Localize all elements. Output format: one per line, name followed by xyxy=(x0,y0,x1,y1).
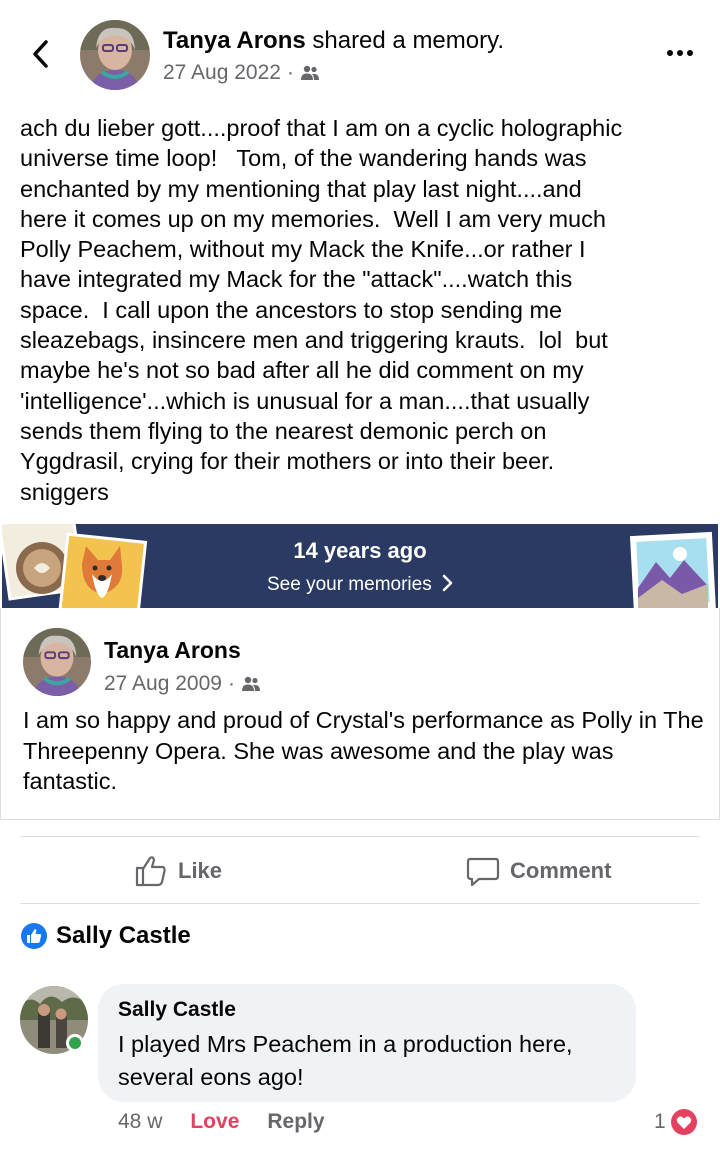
more-options-icon xyxy=(667,50,673,56)
see-memories-label: See your memories xyxy=(266,574,432,595)
reaction-summary[interactable]: Sally Castle xyxy=(20,922,191,950)
online-status-badge xyxy=(66,1034,84,1052)
shared-author-name[interactable]: Tanya Arons xyxy=(104,637,241,664)
comment-label: Comment xyxy=(510,858,612,883)
comment-bubble-icon xyxy=(466,857,500,887)
header-meta: 27 Aug 2022 · xyxy=(163,61,320,85)
love-reaction-button[interactable]: Love xyxy=(190,1110,239,1134)
meta-separator: · xyxy=(227,672,235,695)
reaction-count: 1 xyxy=(654,1110,666,1133)
meta-separator: · xyxy=(286,61,294,84)
like-button[interactable]: Like xyxy=(134,851,222,891)
comment-text: I played Mrs Peachem in a production her… xyxy=(118,1031,573,1090)
shared-author-avatar[interactable] xyxy=(23,628,91,696)
header-action: shared a memory. xyxy=(305,27,504,54)
back-chevron-icon xyxy=(33,40,48,68)
memory-years-ago: 14 years ago xyxy=(293,538,427,563)
thumbs-up-icon xyxy=(135,856,166,887)
comment-actions: 48 w Love Reply xyxy=(118,1110,325,1134)
post-date[interactable]: 27 Aug 2022 xyxy=(163,61,281,85)
back-button[interactable] xyxy=(26,36,56,72)
header-title: Tanya Arons shared a memory. xyxy=(163,26,504,56)
memory-banner[interactable]: 14 years ago See your memories xyxy=(2,524,718,608)
comment-button[interactable]: Comment xyxy=(466,851,611,891)
see-memories-link[interactable]: See your memories xyxy=(2,574,718,596)
shared-post-text: I am so happy and proud of Crystal's per… xyxy=(23,707,704,794)
shared-post-card[interactable]: Tanya Arons 27 Aug 2009 · I am so happy … xyxy=(0,608,720,820)
author-avatar[interactable] xyxy=(80,20,150,90)
comment-reaction-count[interactable]: 1 xyxy=(654,1108,698,1136)
post-text: ach du lieber gott....proof that I am on… xyxy=(20,115,623,505)
author-name[interactable]: Tanya Arons xyxy=(163,27,306,54)
like-label: Like xyxy=(178,858,223,883)
more-options-button[interactable] xyxy=(660,38,700,68)
memories-illustration-right xyxy=(629,531,716,608)
love-reaction-icon xyxy=(670,1109,697,1135)
friends-icon[interactable] xyxy=(241,676,261,692)
commenter-name[interactable]: Sally Castle xyxy=(118,998,236,1022)
like-reaction-icon xyxy=(21,923,47,949)
liker-name[interactable]: Sally Castle xyxy=(56,922,191,950)
comment-time[interactable]: 48 w xyxy=(118,1110,162,1134)
shared-post-date[interactable]: 27 Aug 2009 xyxy=(104,672,222,696)
post-action-bar: Like Comment xyxy=(20,836,700,904)
friends-icon[interactable] xyxy=(300,65,320,81)
shared-post-meta: 27 Aug 2009 · xyxy=(104,672,261,696)
post-header: Tanya Arons shared a memory. 27 Aug 2022… xyxy=(0,0,720,110)
reply-button[interactable]: Reply xyxy=(267,1110,324,1134)
comment-bubble[interactable]: Sally Castle I played Mrs Peachem in a p… xyxy=(98,984,636,1102)
chevron-right-icon xyxy=(442,574,453,592)
